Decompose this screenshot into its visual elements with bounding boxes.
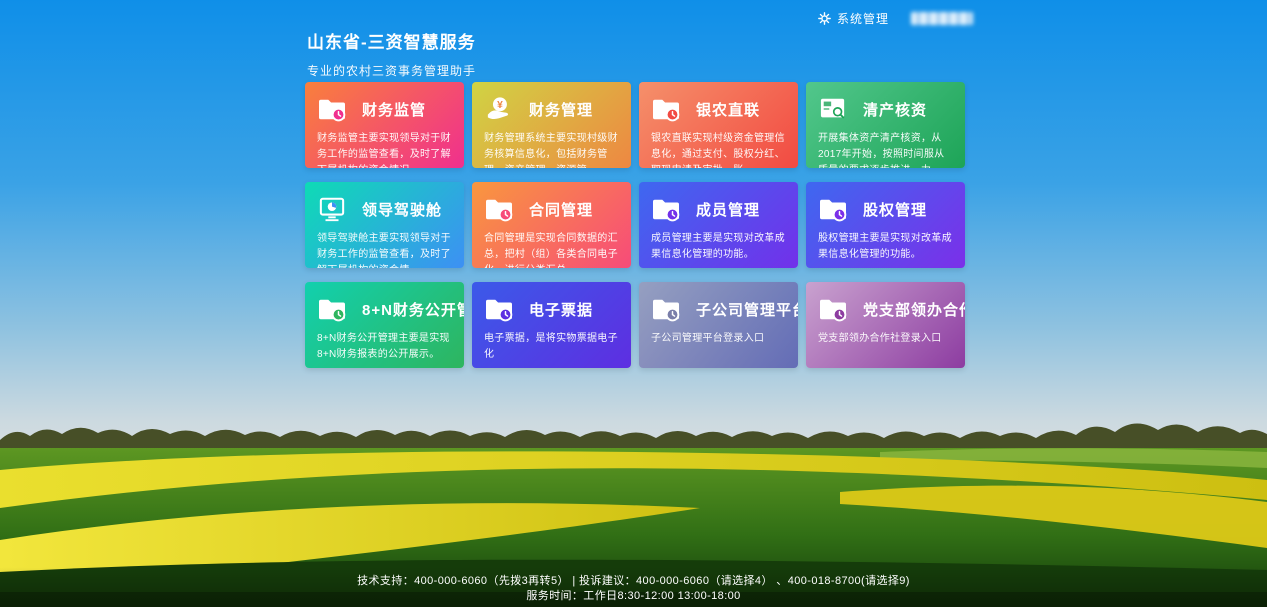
- tile-description: 合同管理是实现合同数据的汇总，把村（组）各类合同电子化，进行分类汇总...: [484, 231, 619, 268]
- tile-title: 电子票据: [529, 299, 593, 320]
- folder-icon: [651, 296, 681, 322]
- portal-page: 系统管理 山东省-三资智慧服务 专业的农村三资事务管理助手 财务监管 财务监管主…: [0, 0, 1267, 607]
- folder-icon: [818, 196, 848, 222]
- tile-title: 合同管理: [529, 199, 593, 220]
- tile-8n-finance-disclosure[interactable]: 8+N财务公开管理 8+N财务公开管理主要是实现8+N财务报表的公开展示。: [305, 282, 464, 368]
- system-management-link[interactable]: 系统管理: [837, 10, 889, 27]
- tile-description: 开展集体资产清产核资，从2017年开始，按照时间服从质量的要求逐步推进，力...: [818, 131, 953, 168]
- tile-description: 党支部领办合作社登录入口: [818, 331, 953, 347]
- tile-finance-supervision[interactable]: 财务监管 财务监管主要实现领导对于财务工作的监管查看，及时了解下属机构的资金情况…: [305, 82, 464, 168]
- tile-title: 8+N财务公开管理: [362, 299, 464, 320]
- tile-description: 电子票据，是将实物票据电子化: [484, 331, 619, 363]
- topbar: 系统管理: [818, 10, 973, 27]
- tile-title: 成员管理: [696, 199, 760, 220]
- tile-description: 股权管理主要是实现对改革成果信息化管理的功能。: [818, 231, 953, 263]
- folder-icon: [317, 96, 347, 122]
- svg-text:¥: ¥: [497, 100, 503, 111]
- tile-bank-rural-direct-link[interactable]: 银农直联 银农直联实现村级资金管理信息化，通过支付、股权分红、取现申请及审批、账…: [639, 82, 798, 168]
- folder-icon: [484, 196, 514, 222]
- footer-support-line: 技术支持：400-000-6060（先拨3再转5） | 投诉建议：400-000…: [0, 574, 1267, 589]
- gear-icon: [818, 12, 831, 25]
- tile-description: 领导驾驶舱主要实现领导对于财务工作的监管查看，及时了解下属机构的资金情...: [317, 231, 452, 268]
- folder-icon: [484, 296, 514, 322]
- folder-icon: [818, 296, 848, 322]
- tile-leader-cockpit[interactable]: 领导驾驶舱 领导驾驶舱主要实现领导对于财务工作的监管查看，及时了解下属机构的资金…: [305, 182, 464, 268]
- tile-description: 成员管理主要是实现对改革成果信息化管理的功能。: [651, 231, 786, 263]
- user-name-redacted[interactable]: [911, 12, 973, 25]
- tile-title: 党支部领办合作社: [863, 299, 965, 320]
- tile-description: 财务管理系统主要实现村级财务核算信息化，包括财务管理、资产管理、资源管...: [484, 131, 619, 168]
- tile-subsidiary-platform[interactable]: 子公司管理平台 子公司管理平台登录入口: [639, 282, 798, 368]
- folder-icon: [651, 96, 681, 122]
- tile-title: 财务管理: [529, 99, 593, 120]
- tile-title: 股权管理: [863, 199, 927, 220]
- footer-service-line: 服务时间：工作日8:30-12:00 13:00-18:00: [0, 589, 1267, 604]
- footer: 技术支持：400-000-6060（先拨3再转5） | 投诉建议：400-000…: [0, 574, 1267, 604]
- page-header: 山东省-三资智慧服务 专业的农村三资事务管理助手: [307, 28, 476, 79]
- tile-description: 8+N财务公开管理主要是实现8+N财务报表的公开展示。: [317, 331, 452, 363]
- tile-description: 子公司管理平台登录入口: [651, 331, 786, 347]
- tile-electronic-invoice[interactable]: 电子票据 电子票据，是将实物票据电子化: [472, 282, 631, 368]
- tile-title: 清产核资: [863, 99, 927, 120]
- page-title: 山东省-三资智慧服务: [307, 28, 476, 53]
- tile-member-management[interactable]: 成员管理 成员管理主要是实现对改革成果信息化管理的功能。: [639, 182, 798, 268]
- folder-icon: [317, 296, 347, 322]
- tile-party-branch-coop[interactable]: 党支部领办合作社 党支部领办合作社登录入口: [806, 282, 965, 368]
- service-grid: 财务监管 财务监管主要实现领导对于财务工作的监管查看，及时了解下属机构的资金情况…: [305, 82, 965, 368]
- window-search-icon: [818, 96, 848, 122]
- tile-contract-management[interactable]: 合同管理 合同管理是实现合同数据的汇总，把村（组）各类合同电子化，进行分类汇总.…: [472, 182, 631, 268]
- monitor-pie-icon: [317, 196, 347, 222]
- page-subtitle: 专业的农村三资事务管理助手: [307, 62, 476, 79]
- folder-icon: [651, 196, 681, 222]
- tile-title: 财务监管: [362, 99, 426, 120]
- tile-asset-verification[interactable]: 清产核资 开展集体资产清产核资，从2017年开始，按照时间服从质量的要求逐步推进…: [806, 82, 965, 168]
- tile-description: 银农直联实现村级资金管理信息化，通过支付、股权分红、取现申请及审批、账...: [651, 131, 786, 168]
- tile-description: 财务监管主要实现领导对于财务工作的监管查看，及时了解下属机构的资金情况...: [317, 131, 452, 168]
- tile-title: 领导驾驶舱: [362, 199, 442, 220]
- tile-equity-management[interactable]: 股权管理 股权管理主要是实现对改革成果信息化管理的功能。: [806, 182, 965, 268]
- tile-title: 子公司管理平台: [696, 299, 798, 320]
- tile-finance-management[interactable]: ¥ 财务管理 财务管理系统主要实现村级财务核算信息化，包括财务管理、资产管理、资…: [472, 82, 631, 168]
- coin-hand-icon: ¥: [484, 96, 514, 122]
- tile-title: 银农直联: [696, 99, 760, 120]
